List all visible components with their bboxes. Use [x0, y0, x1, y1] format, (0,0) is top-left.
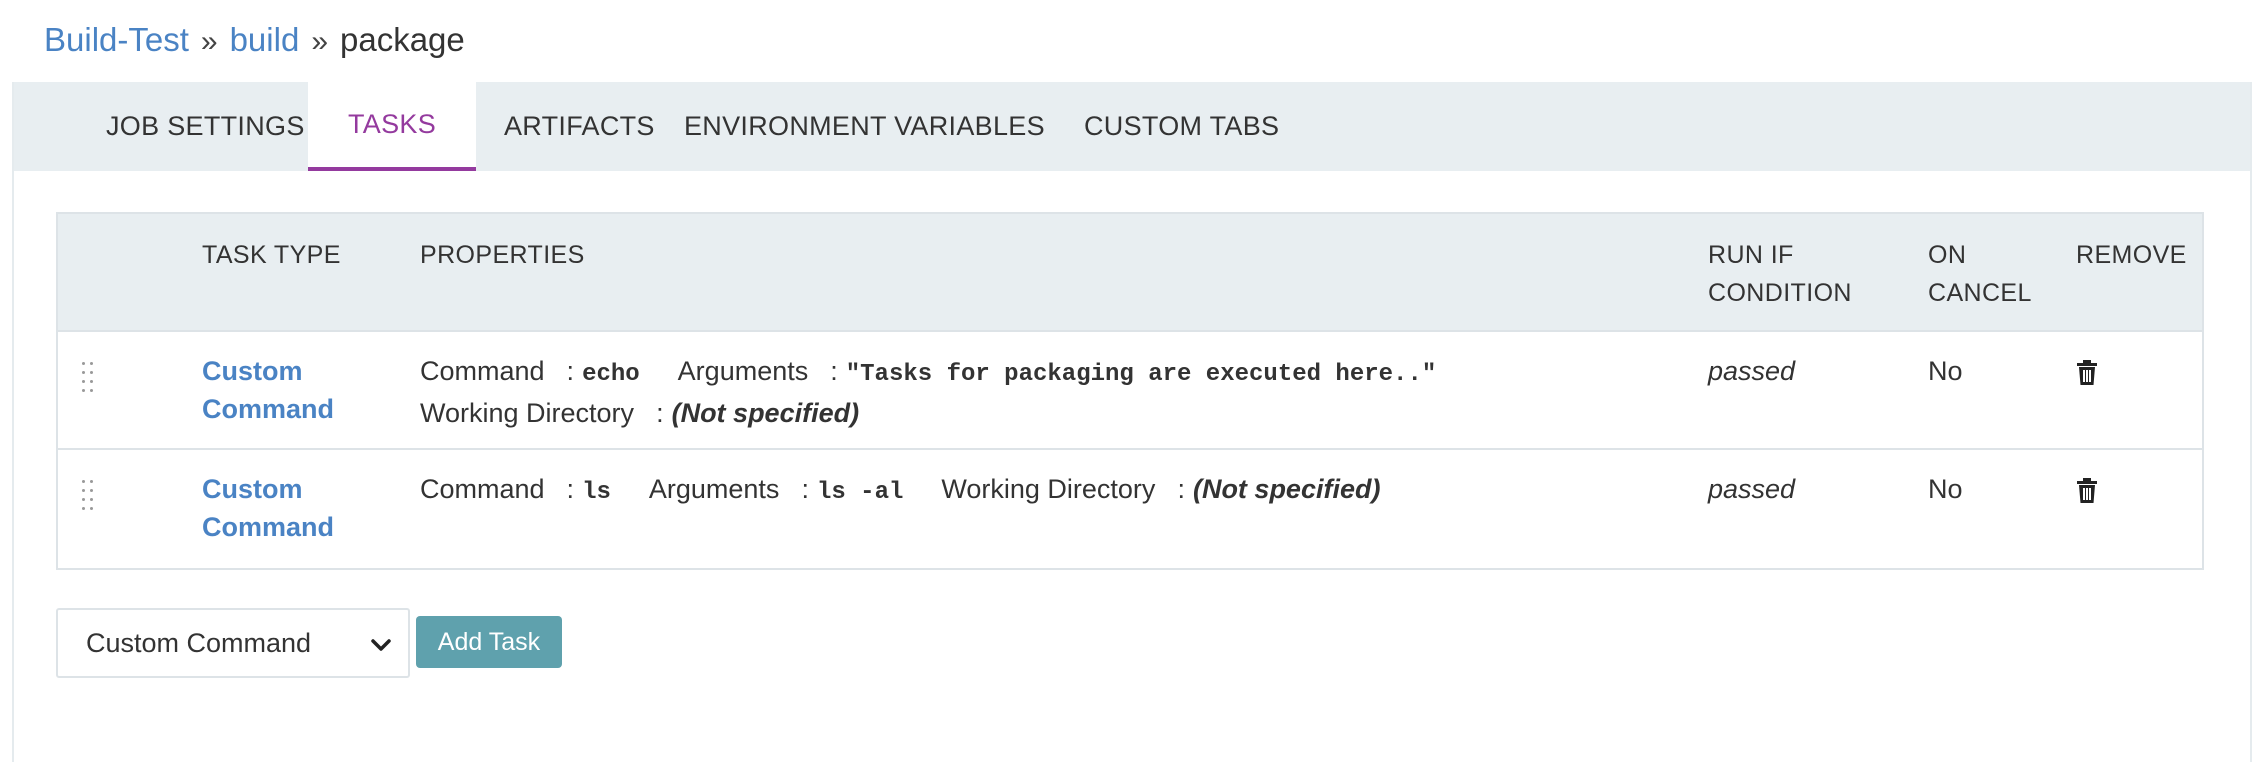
table-header: TASK TYPE PROPERTIES RUN IF CONDITION ON…: [58, 214, 2202, 332]
trash-icon[interactable]: [2076, 478, 2106, 510]
property-workdir-key: Working Directory: [941, 474, 1156, 504]
property-command-value: echo: [582, 361, 640, 388]
drag-handle-icon[interactable]: [82, 480, 96, 520]
header-remove: REMOVE: [2076, 241, 2187, 269]
table-row: Custom Command Command: ls Arguments: ls -a…: [58, 450, 2202, 568]
property-workdir-key: Working Directory: [420, 398, 635, 428]
tab-custom-tabs[interactable]: CUSTOM TABS: [1044, 82, 1319, 171]
breadcrumb-separator: »: [311, 25, 328, 58]
run-if-value: passed: [1708, 474, 1796, 504]
run-if-value: passed: [1708, 356, 1796, 386]
header-on-cancel-line2: CANCEL: [1928, 279, 2032, 307]
header-on-cancel-line1: ON: [1928, 241, 1967, 269]
breadcrumb-pipeline-link[interactable]: Build-Test: [44, 21, 189, 58]
task-properties: Command: ls Arguments: ls -al Working Direct…: [420, 474, 1381, 506]
task-properties: Command: echo Arguments: "Tasks for packagi…: [420, 356, 1437, 428]
property-command-value: ls: [582, 479, 611, 506]
task-type-select-value: Custom Command: [86, 627, 312, 658]
breadcrumb-separator: »: [200, 25, 218, 58]
header-task-type: TASK TYPE: [202, 241, 341, 269]
task-type-line1: Custom: [202, 356, 303, 386]
tasks-table: TASK TYPE PROPERTIES RUN IF CONDITION ON…: [56, 212, 2204, 570]
breadcrumb-stage-link[interactable]: build: [230, 21, 300, 58]
header-run-if-line1: RUN IF: [1708, 241, 1794, 269]
header-properties: PROPERTIES: [420, 241, 585, 269]
trash-icon[interactable]: [2076, 360, 2106, 392]
task-type-link[interactable]: Custom Command: [202, 470, 372, 546]
property-arguments-value: ls -al: [816, 479, 904, 506]
breadcrumb-job-current: package: [340, 21, 465, 58]
on-cancel-value: No: [1928, 356, 1963, 386]
header-on-cancel: ON CANCEL: [1928, 236, 2032, 312]
task-type-select[interactable]: Custom Command: [56, 608, 410, 678]
property-arguments-key: Arguments: [648, 474, 780, 504]
task-type-line2: Command: [202, 512, 335, 542]
header-run-if-line2: CONDITION: [1708, 279, 1852, 307]
property-command-key: Command: [420, 356, 545, 386]
property-command-key: Command: [420, 474, 545, 504]
property-arguments-value: "Tasks for packaging are executed here..…: [845, 361, 1437, 388]
property-workdir-value: (Not specified): [671, 398, 860, 428]
header-run-if-condition: RUN IF CONDITION: [1708, 236, 1852, 312]
breadcrumb: Build-Test » build » package: [44, 18, 465, 64]
tab-job-settings[interactable]: JOB SETTINGS: [66, 82, 345, 171]
on-cancel-value: No: [1928, 474, 1963, 504]
job-config-panel: JOB SETTINGS TASKS ARTIFACTS ENVIRONMENT…: [12, 82, 2252, 762]
task-type-line2: Command: [202, 394, 335, 424]
chevron-down-icon: [368, 632, 394, 658]
tab-tasks[interactable]: TASKS: [308, 82, 477, 171]
tab-environment-variables[interactable]: ENVIRONMENT VARIABLES: [644, 82, 1085, 171]
task-type-link[interactable]: Custom Command: [202, 352, 372, 428]
tab-bar: JOB SETTINGS TASKS ARTIFACTS ENVIRONMENT…: [14, 82, 2250, 171]
drag-handle-icon[interactable]: [82, 362, 96, 402]
property-arguments-key: Arguments: [677, 356, 809, 386]
table-row: Custom Command Command: echo Arguments: "Ta…: [58, 332, 2202, 450]
property-workdir-value: (Not specified): [1192, 474, 1381, 504]
add-task-button[interactable]: Add Task: [416, 616, 562, 668]
task-type-line1: Custom: [202, 474, 303, 504]
